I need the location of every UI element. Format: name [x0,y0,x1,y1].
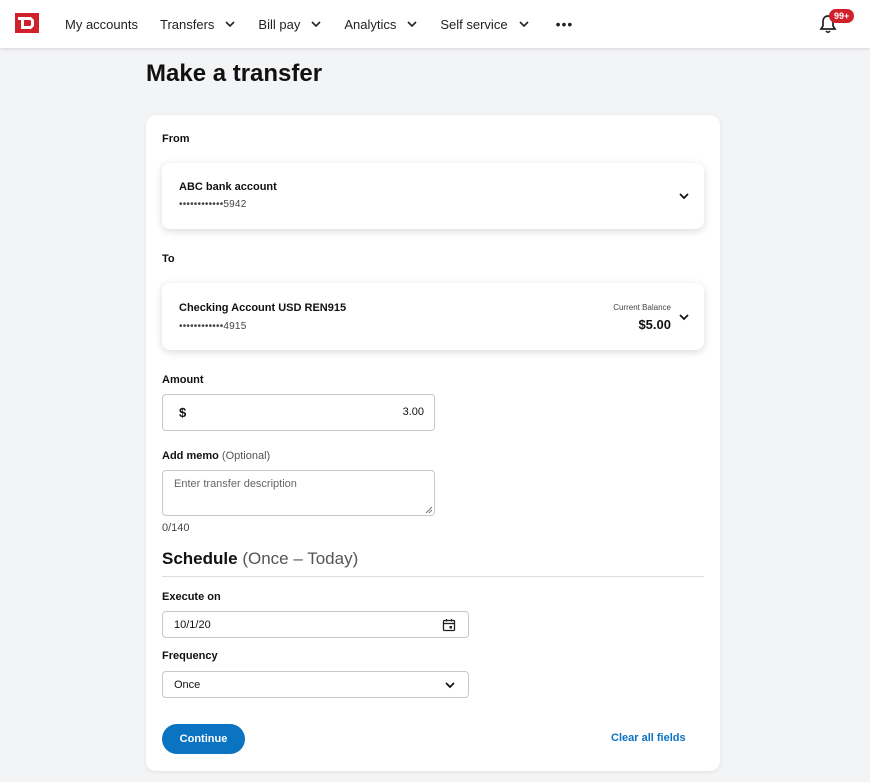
execute-date-value: 10/1/20 [174,619,211,631]
amount-input[interactable]: $ 3.00 [162,394,435,431]
from-account-number: ••••••••••••5942 [179,199,247,210]
nav-my-accounts-label: My accounts [65,16,138,32]
amount-value: 3.00 [402,406,424,418]
current-balance-caption: Current Balance [613,303,671,312]
schedule-title: Schedule [162,549,238,568]
frequency-label: Frequency [162,650,218,662]
to-label: To [162,253,175,265]
schedule-summary: (Once – Today) [242,549,359,568]
chevron-down-icon [407,21,417,28]
top-navigation-bar: My accounts Transfers Bill pay Analytics… [0,0,870,48]
resize-handle-icon[interactable] [425,506,433,514]
memo-textarea[interactable] [162,470,435,516]
chevron-down-icon [225,21,235,28]
from-account-name: ABC bank account [179,181,277,193]
chevron-down-icon [445,682,455,689]
nav-bill-pay-label: Bill pay [258,16,301,32]
memo-label: Add memo [162,450,219,462]
to-account-name: Checking Account USD REN915 [179,302,347,314]
nav-analytics-label: Analytics [344,16,397,32]
section-divider [162,576,704,577]
calendar-icon[interactable] [442,618,456,632]
frequency-select[interactable]: Once [162,671,469,698]
amount-label: Amount [162,374,204,386]
continue-button[interactable]: Continue [162,724,245,754]
chevron-down-icon [679,193,689,200]
memo-optional-label: (Optional) [221,450,271,462]
transfer-form-card: From ABC bank account ••••••••••••5942 T… [146,115,720,771]
schedule-heading: Schedule (Once – Today) [162,549,358,569]
memo-label-group: Add memo (Optional) [162,450,270,462]
to-account-selector[interactable]: Checking Account USD REN915 ••••••••••••… [162,283,704,350]
current-balance-value: $5.00 [638,317,671,332]
from-label: From [162,133,190,145]
nav-self-service-label: Self service [440,16,508,32]
nav-self-service[interactable]: Self service [440,17,529,32]
nav-analytics[interactable]: Analytics [344,17,418,32]
chevron-down-icon [518,21,529,28]
nav-my-accounts[interactable]: My accounts [65,17,138,32]
nav-transfers[interactable]: Transfers [160,17,236,32]
more-menu-button[interactable]: ••• [556,16,574,32]
nav-bill-pay[interactable]: Bill pay [258,17,322,32]
clear-all-fields-link[interactable]: Clear all fields [611,732,686,744]
currency-symbol: $ [179,405,187,420]
chevron-down-icon [311,21,321,28]
nav-transfers-label: Transfers [159,16,215,32]
to-account-number: ••••••••••••4915 [179,321,247,332]
execute-on-label: Execute on [162,591,221,603]
notification-count-badge: 99+ [829,9,855,23]
page-title: Make a transfer [146,60,323,87]
execute-date-input[interactable]: 10/1/20 [162,611,469,638]
bank-logo-icon[interactable] [14,12,40,34]
memo-character-counter: 0/140 [162,522,190,534]
chevron-down-icon [679,314,689,321]
frequency-value: Once [174,679,201,691]
from-account-selector[interactable]: ABC bank account ••••••••••••5942 [162,163,704,229]
